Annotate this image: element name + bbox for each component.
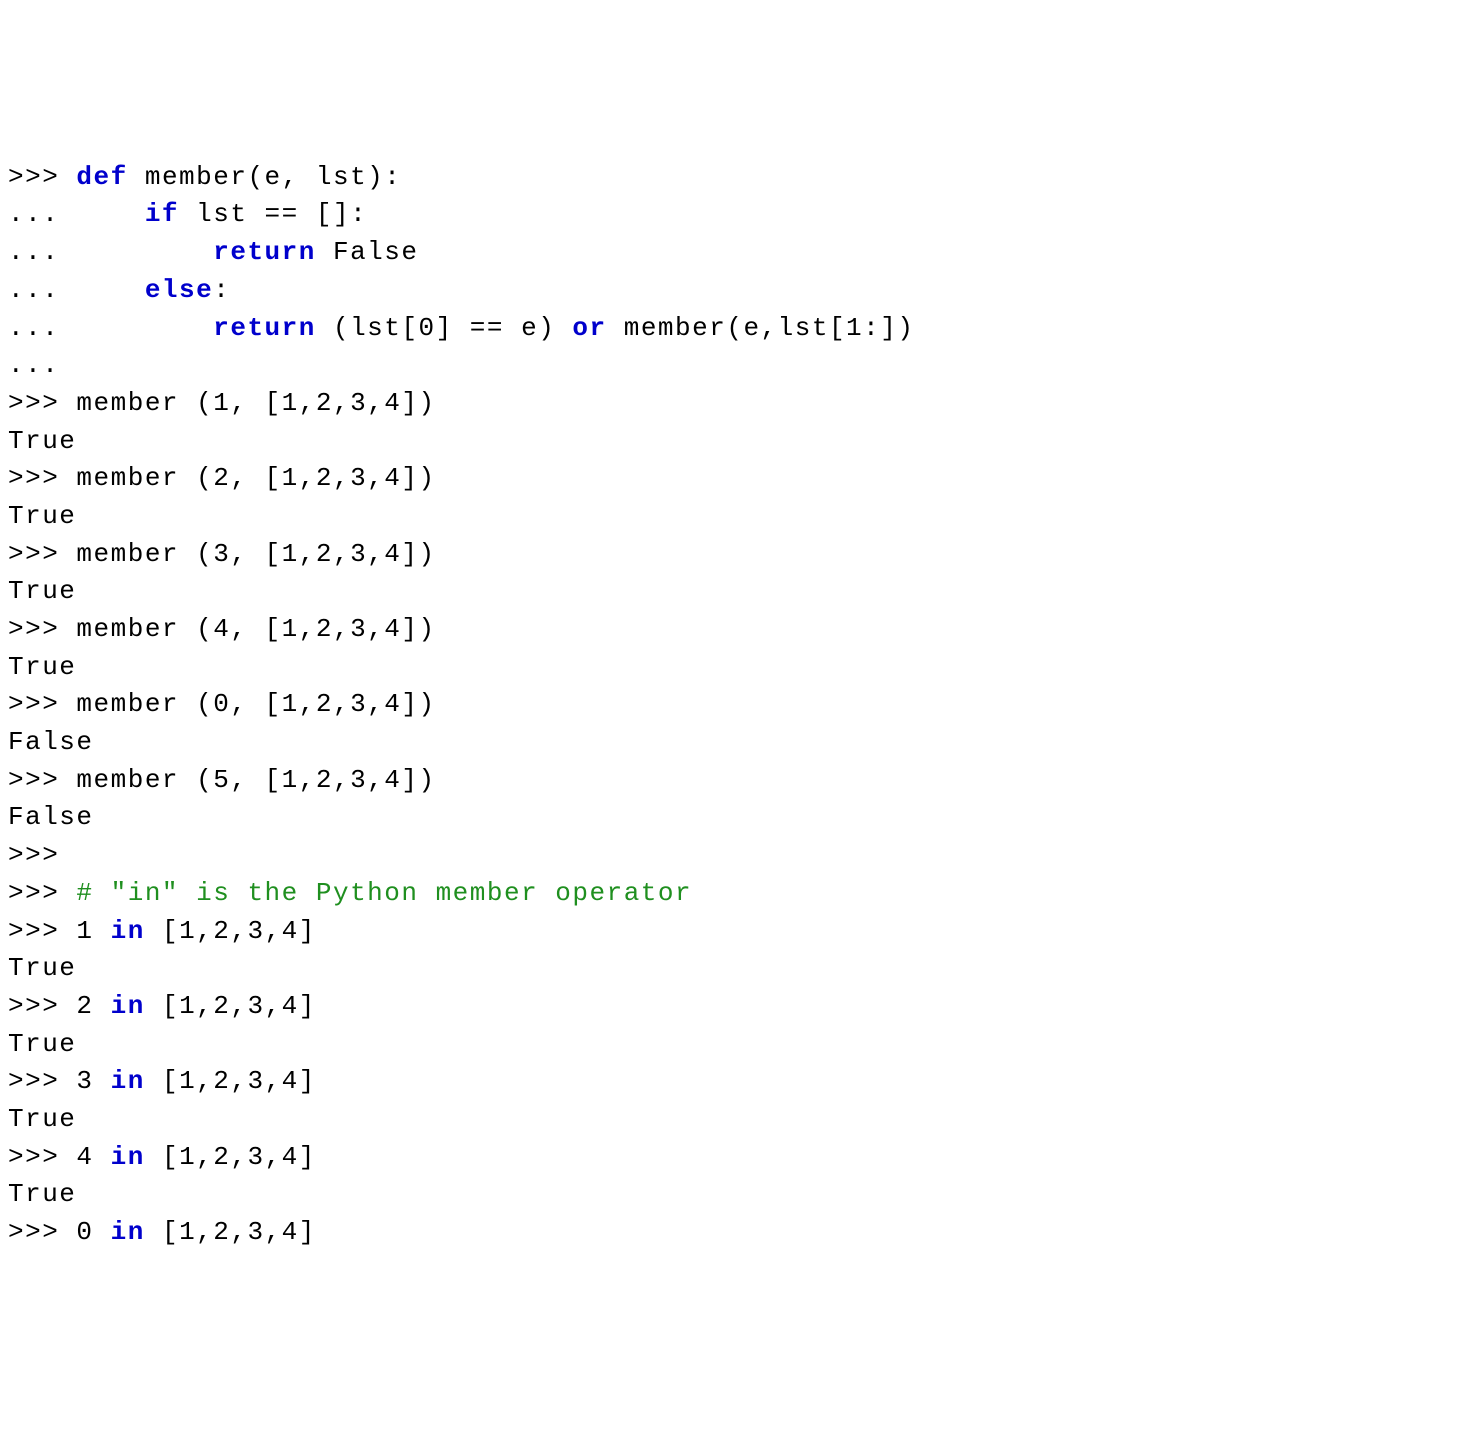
code-span-plain: [1,2,3,4] — [145, 1217, 316, 1247]
code-span-prompt: >>> — [8, 162, 76, 192]
python-repl-session: >>> def member(e, lst):... if lst == []:… — [8, 159, 1462, 1252]
code-span-plain: True — [8, 1029, 76, 1059]
code-span-plain: [1,2,3,4] — [145, 1066, 316, 1096]
code-span-kw: in — [111, 916, 145, 946]
code-span-prompt: ... — [8, 199, 145, 229]
code-line: >>> — [8, 837, 1462, 875]
code-line: True — [8, 649, 1462, 687]
code-line: True — [8, 423, 1462, 461]
code-line: >>> member (0, [1,2,3,4]) — [8, 686, 1462, 724]
code-line: ... — [8, 347, 1462, 385]
code-span-prompt: ... — [8, 237, 213, 267]
code-line: True — [8, 498, 1462, 536]
code-line: >>> 4 in [1,2,3,4] — [8, 1139, 1462, 1177]
code-line: >>> 1 in [1,2,3,4] — [8, 913, 1462, 951]
code-line: False — [8, 799, 1462, 837]
code-span-plain: member (5, [1,2,3,4]) — [76, 765, 435, 795]
code-span-plain: True — [8, 576, 76, 606]
code-line: >>> 0 in [1,2,3,4] — [8, 1214, 1462, 1252]
code-line: False — [8, 724, 1462, 762]
code-span-plain: member (0, [1,2,3,4]) — [76, 689, 435, 719]
code-span-prompt: ... — [8, 350, 59, 380]
code-span-prompt: >>> — [8, 916, 76, 946]
code-span-plain: 3 — [76, 1066, 110, 1096]
code-line: >>> member (2, [1,2,3,4]) — [8, 460, 1462, 498]
code-span-plain: lst == []: — [179, 199, 367, 229]
code-line: ... return (lst[0] == e) or member(e,lst… — [8, 310, 1462, 348]
code-span-comment: # "in" is the Python member operator — [76, 878, 692, 908]
code-span-prompt: >>> — [8, 689, 76, 719]
code-line: True — [8, 1026, 1462, 1064]
code-line: ... else: — [8, 272, 1462, 310]
code-span-plain: 1 — [76, 916, 110, 946]
code-span-kw: in — [111, 991, 145, 1021]
code-span-prompt: >>> — [8, 463, 76, 493]
code-span-prompt: >>> — [8, 614, 76, 644]
code-span-plain: False — [316, 237, 419, 267]
code-span-prompt: >>> — [8, 388, 76, 418]
code-span-plain: False — [8, 802, 94, 832]
code-span-kw: def — [76, 162, 127, 192]
code-line: >>> member (5, [1,2,3,4]) — [8, 762, 1462, 800]
code-span-kw: return — [213, 313, 316, 343]
code-span-plain: member(e, lst): — [128, 162, 402, 192]
code-span-prompt: >>> — [8, 840, 59, 870]
code-span-plain: member (2, [1,2,3,4]) — [76, 463, 435, 493]
code-line: >>> def member(e, lst): — [8, 159, 1462, 197]
code-line: >>> member (4, [1,2,3,4]) — [8, 611, 1462, 649]
code-span-prompt: ... — [8, 313, 213, 343]
code-line: >>> member (3, [1,2,3,4]) — [8, 536, 1462, 574]
code-span-plain: True — [8, 426, 76, 456]
code-span-plain: (lst[0] == e) — [316, 313, 573, 343]
code-span-plain: True — [8, 652, 76, 682]
code-line: True — [8, 950, 1462, 988]
code-line: >>> 3 in [1,2,3,4] — [8, 1063, 1462, 1101]
code-span-plain: : — [213, 275, 230, 305]
code-line: >>> # "in" is the Python member operator — [8, 875, 1462, 913]
code-span-prompt: >>> — [8, 1066, 76, 1096]
code-span-plain: True — [8, 1104, 76, 1134]
code-span-plain: [1,2,3,4] — [145, 916, 316, 946]
code-span-kw: or — [572, 313, 606, 343]
code-span-kw: if — [145, 199, 179, 229]
code-span-kw: in — [111, 1066, 145, 1096]
code-span-plain: 2 — [76, 991, 110, 1021]
code-span-plain: True — [8, 501, 76, 531]
code-span-kw: else — [145, 275, 213, 305]
code-span-prompt: >>> — [8, 878, 76, 908]
code-span-plain: False — [8, 727, 94, 757]
code-span-prompt: >>> — [8, 991, 76, 1021]
code-line: ... return False — [8, 234, 1462, 272]
code-span-plain: member (1, [1,2,3,4]) — [76, 388, 435, 418]
code-span-plain: [1,2,3,4] — [145, 991, 316, 1021]
code-span-prompt: >>> — [8, 539, 76, 569]
code-line: >>> 2 in [1,2,3,4] — [8, 988, 1462, 1026]
code-line: ... if lst == []: — [8, 196, 1462, 234]
code-line: >>> member (1, [1,2,3,4]) — [8, 385, 1462, 423]
code-span-plain: member (3, [1,2,3,4]) — [76, 539, 435, 569]
code-span-plain: member(e,lst[1:]) — [607, 313, 915, 343]
code-span-prompt: >>> — [8, 765, 76, 795]
code-span-prompt: >>> — [8, 1142, 76, 1172]
code-span-plain: [1,2,3,4] — [145, 1142, 316, 1172]
code-span-prompt: >>> — [8, 1217, 76, 1247]
code-span-kw: in — [111, 1142, 145, 1172]
code-span-plain: True — [8, 953, 76, 983]
code-span-kw: return — [213, 237, 316, 267]
code-span-plain: 4 — [76, 1142, 110, 1172]
code-line: True — [8, 1176, 1462, 1214]
code-span-plain: member (4, [1,2,3,4]) — [76, 614, 435, 644]
code-span-prompt: ... — [8, 275, 145, 305]
code-line: True — [8, 573, 1462, 611]
code-line: True — [8, 1101, 1462, 1139]
code-span-kw: in — [111, 1217, 145, 1247]
code-span-plain: 0 — [76, 1217, 110, 1247]
